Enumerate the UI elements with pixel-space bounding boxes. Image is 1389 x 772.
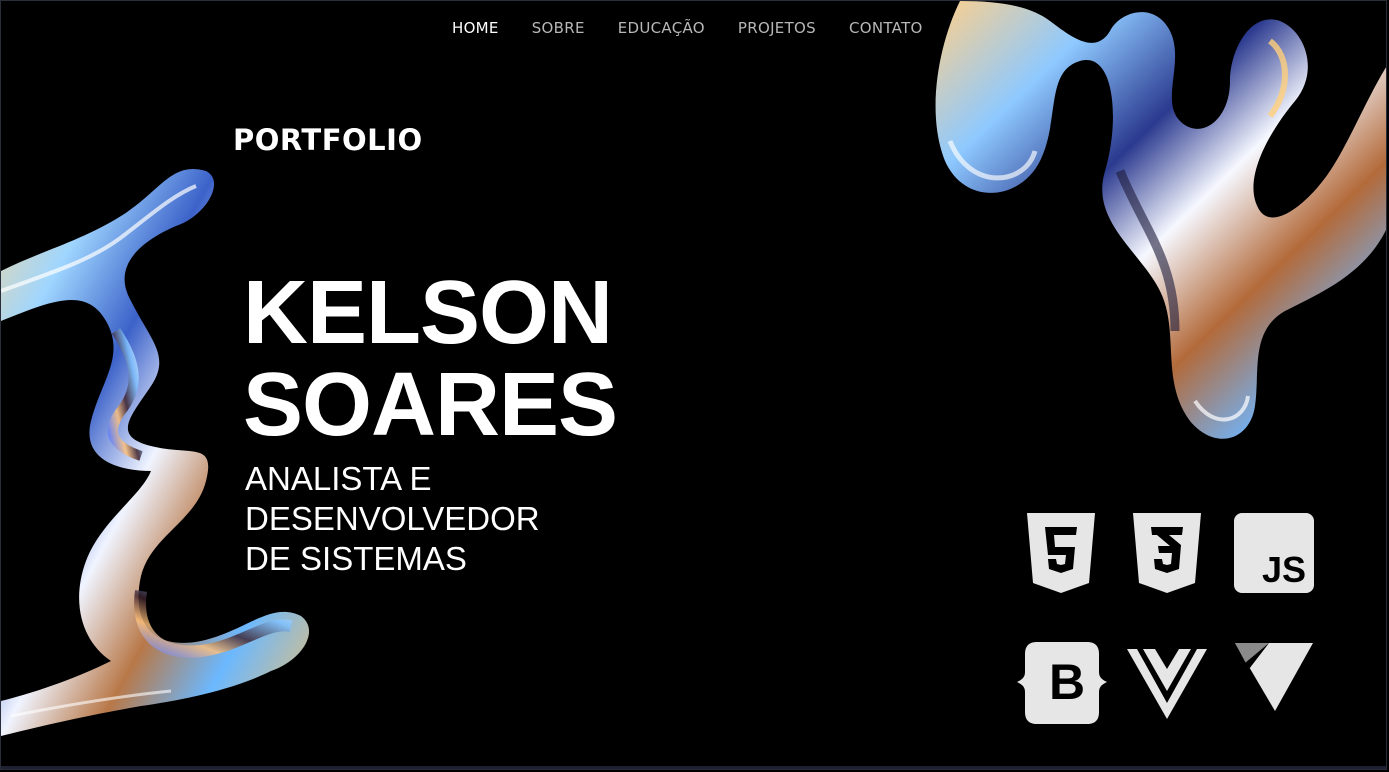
nav-educacao[interactable]: EDUCAÇÃO (618, 19, 705, 37)
hero-role-line: ANALISTA E (245, 460, 432, 497)
brand-logo[interactable]: PORTFOLIO (233, 123, 423, 157)
nav-home[interactable]: HOME (452, 19, 499, 37)
bootstrap-label: B (1049, 654, 1086, 710)
javascript-icon: JS (1234, 513, 1314, 593)
hero-name: KELSON SOARES (243, 263, 618, 455)
nav-contato[interactable]: CONTATO (849, 19, 923, 37)
tech-stack: JS B (1015, 509, 1325, 729)
javascript-label: JS (1261, 549, 1306, 590)
hero-role-line: DE SISTEMAS (245, 540, 467, 577)
css3-icon (1133, 513, 1201, 593)
page-frame: HOME SOBRE EDUCAÇÃO PROJETOS CONTATO POR… (0, 0, 1387, 770)
vite-icon (1235, 643, 1313, 711)
html5-icon (1027, 513, 1095, 593)
hero-role: ANALISTA E DESENVOLVEDOR DE SISTEMAS (245, 459, 565, 579)
hero-name-first: KELSON (243, 263, 613, 363)
hero-name-last: SOARES (243, 355, 618, 455)
main-nav: HOME SOBRE EDUCAÇÃO PROJETOS CONTATO (452, 19, 956, 37)
nav-sobre[interactable]: SOBRE (532, 19, 585, 37)
nav-projetos[interactable]: PROJETOS (738, 19, 816, 37)
vue-icon (1127, 649, 1207, 719)
chrome-blob-right (935, 1, 1386, 439)
hero-role-line: DESENVOLVEDOR (245, 500, 540, 537)
